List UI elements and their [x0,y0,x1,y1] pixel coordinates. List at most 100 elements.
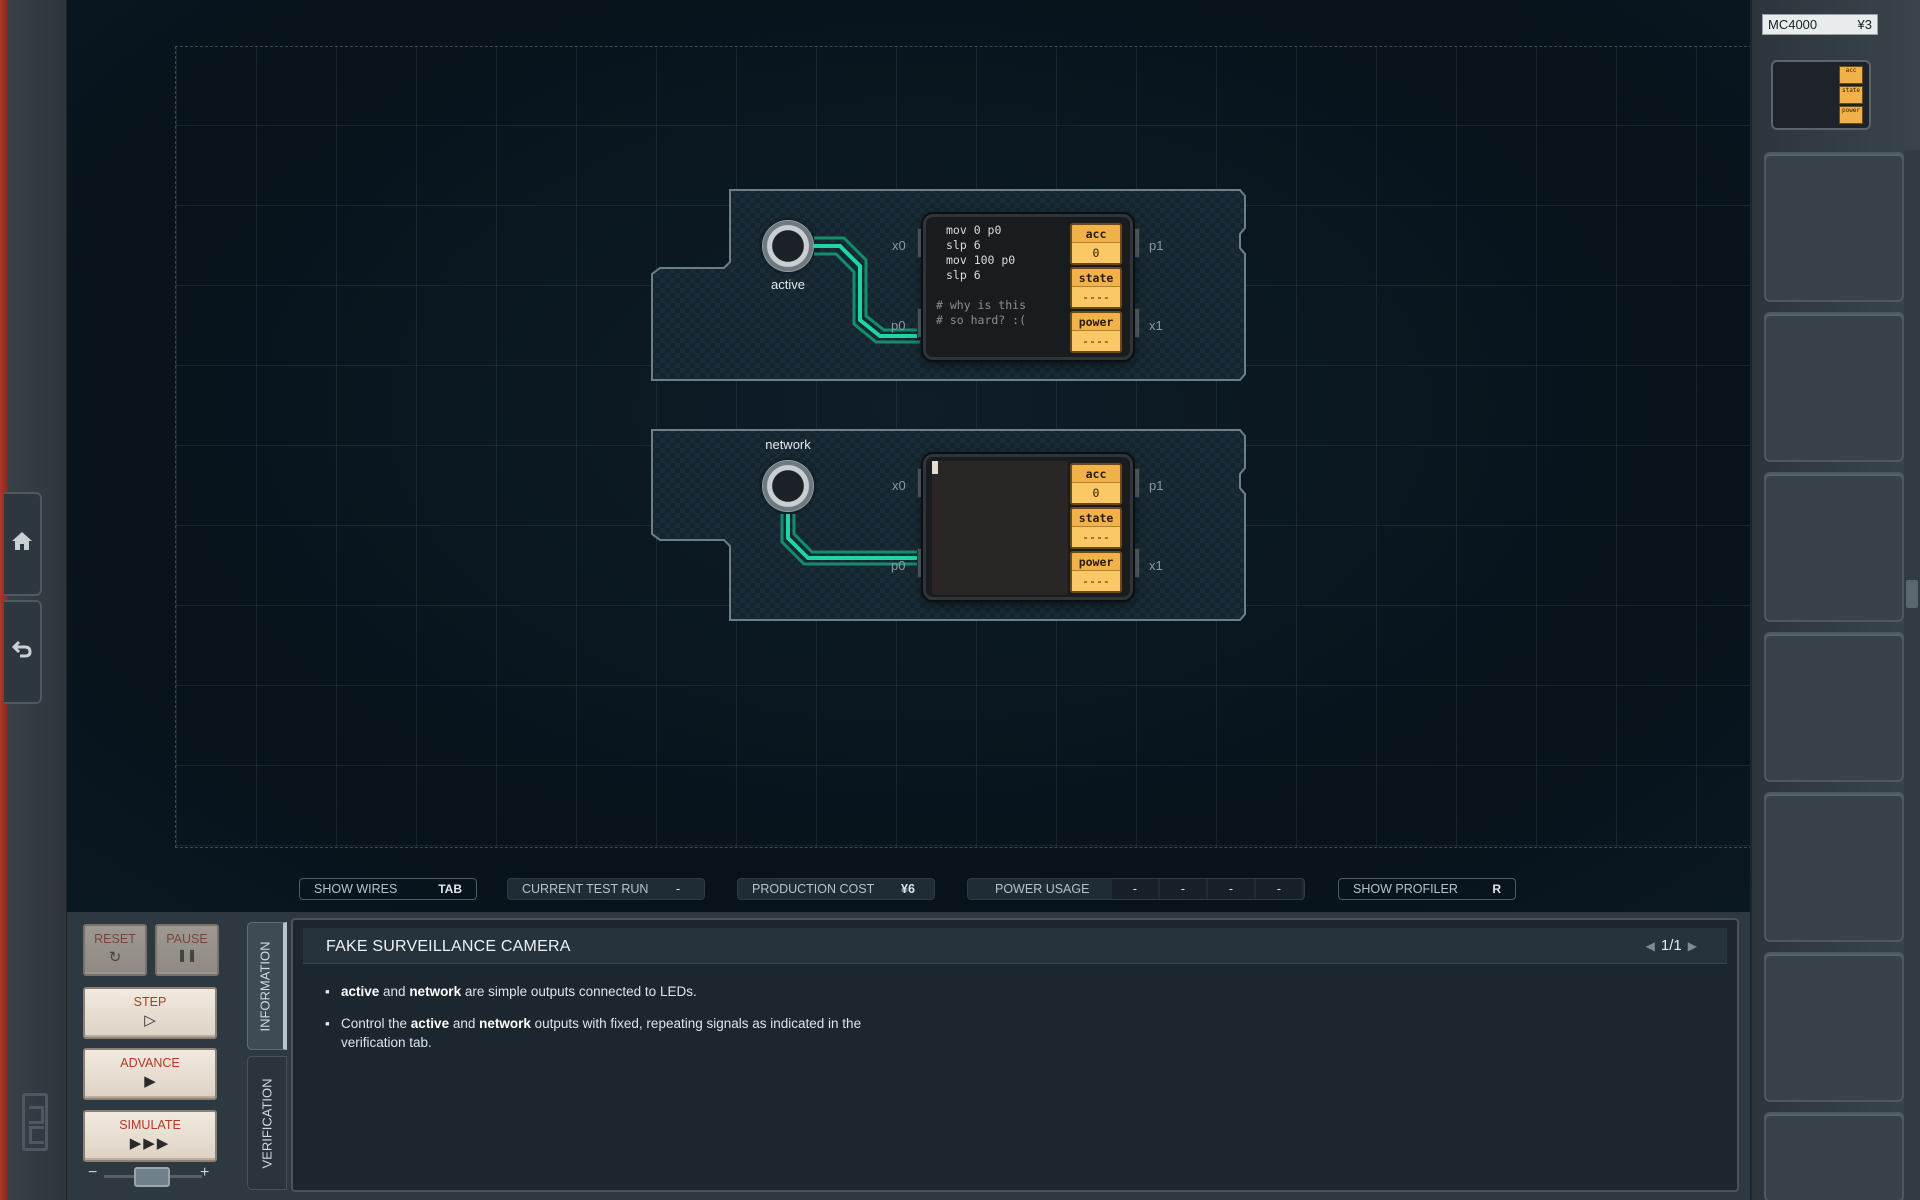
part-slot[interactable] [1764,1112,1904,1200]
production-cost-label: PRODUCTION COST [752,882,875,896]
speed-slider[interactable]: − + [86,1164,218,1187]
home-button[interactable] [4,492,42,596]
reset-icon: ↻ [108,949,122,966]
information-panel: FAKE SURVEILLANCE CAMERA ◀ 1/1 ▶ ▪ active a… [291,918,1739,1192]
page-indicator: ◀ 1/1 ▶ [1640,937,1703,954]
game-window: active x0 p0 p1 x1 mov 0 p0 slp 6 mov 100 … [0,0,1920,1200]
current-test-run-label: CURRENT TEST RUN [522,882,649,896]
led-network [762,460,814,512]
pin-x0: x0 [892,238,906,253]
module-network: network x0 p0 p1 x1 acc 0 state ---- power… [650,428,1250,624]
module-active: active x0 p0 p1 x1 mov 0 p0 slp 6 mov 100 … [650,188,1250,384]
wire-network [780,514,920,566]
pin-x1: x1 [1149,318,1163,333]
show-wires-label: SHOW WIRES [314,882,398,896]
production-cost-value: ¥6 [901,882,915,896]
play-outline-icon: ▷ [144,1012,156,1029]
register-acc: acc 0 [1070,223,1122,265]
home-icon [11,530,33,558]
scrollbar-thumb[interactable] [1906,580,1918,608]
speed-plus-icon[interactable]: + [200,1164,209,1182]
power-usage-label: POWER USAGE [995,882,1090,896]
port-p1 [1134,228,1140,258]
info-body: ▪ active and network are simple outputs c… [325,982,925,1065]
mc4000-part[interactable]: acc state power [1771,60,1871,130]
led-active [762,220,814,272]
simulate-button[interactable]: SIMULATE ▶▶▶ [83,1110,217,1162]
reset-button[interactable]: RESET ↻ [83,924,147,976]
pin-x0: x0 [892,478,906,493]
step-label: STEP [133,995,167,1009]
parts-scrollbar[interactable] [1904,150,1920,1200]
show-profiler-label: SHOW PROFILER [1353,882,1458,896]
part-slot[interactable] [1764,312,1904,462]
game-logo [22,1093,48,1151]
part-header: MC4000 ¥3 [1762,14,1878,35]
register-power: power ---- [1070,551,1122,593]
register-state: state ---- [1070,267,1122,309]
play-icon: ▶ [144,1073,156,1090]
part-slot[interactable] [1764,152,1904,302]
register-acc: acc 0 [1070,463,1122,505]
power-usage-value: - [1256,879,1302,899]
speed-knob[interactable] [134,1167,170,1187]
power-usage-value: - [1208,879,1254,899]
code-line: slp 6 [946,268,981,282]
bullet-icon: ▪ [325,984,330,999]
pin-p1: p1 [1149,238,1164,253]
register-state: state ---- [1070,507,1122,549]
pause-button[interactable]: PAUSE ❚❚ [155,924,219,976]
undo-button[interactable] [4,600,42,704]
part-slot[interactable] [1764,792,1904,942]
tab-verification[interactable]: VERIFICATION [247,1056,287,1190]
wire-active [814,236,920,344]
info-bullet: ▪ active and network are simple outputs c… [325,984,697,999]
info-bullet: ▪ Control the active and network outputs … [325,1016,862,1050]
part-slot[interactable] [1764,952,1904,1102]
advance-button[interactable]: ADVANCE ▶ [83,1048,217,1100]
code-editor[interactable] [932,461,1068,595]
pin-p0: p0 [891,318,906,333]
code-comment: # why is this [936,298,1027,312]
next-page-icon[interactable]: ▶ [1688,939,1697,953]
left-sidebar [0,0,67,1200]
code-line: mov 0 p0 [946,223,1002,237]
part-name: MC4000 [1768,17,1818,32]
port-p1 [1134,468,1140,498]
port-x1 [1134,548,1140,578]
pin-p1: p1 [1149,478,1164,493]
pin-p0: p0 [891,558,906,573]
advance-label: ADVANCE [120,1056,180,1070]
undo-icon [11,638,33,666]
text-cursor [932,461,938,474]
part-price: ¥3 [1857,17,1872,32]
panel-tabs: INFORMATION VERIFICATION [243,918,291,1194]
mini-register: acc [1839,66,1863,84]
code-line: slp 6 [946,238,981,252]
info-title-bar: FAKE SURVEILLANCE CAMERA ◀ 1/1 ▶ [303,928,1727,964]
parts-panel: MC4000 ¥3 acc state power [1750,0,1920,1200]
mc4000-chip-2[interactable]: acc 0 state ---- power ---- [923,454,1133,600]
step-button[interactable]: STEP ▷ [83,987,217,1039]
show-profiler-toggle[interactable]: SHOW PROFILER R [1338,878,1516,900]
prev-page-icon[interactable]: ◀ [1646,939,1655,953]
code-editor[interactable]: mov 0 p0 slp 6 mov 100 p0 slp 6 # why is thi… [936,223,1066,328]
speed-minus-icon[interactable]: − [88,1164,97,1182]
show-wires-toggle[interactable]: SHOW WIRES TAB [299,878,477,900]
led-label-network: network [765,437,811,452]
page-number: 1/1 [1660,937,1682,954]
mc4000-chip-1[interactable]: mov 0 p0 slp 6 mov 100 p0 slp 6 # why is thi… [923,214,1133,360]
current-test-run-value: - [676,882,681,896]
tab-information[interactable]: INFORMATION [247,922,287,1050]
show-profiler-key: R [1492,882,1501,896]
power-usage-value: - [1160,879,1206,899]
part-slot[interactable] [1764,472,1904,622]
pin-x1: x1 [1149,558,1163,573]
port-x1 [1134,308,1140,338]
puzzle-title: FAKE SURVEILLANCE CAMERA [326,938,571,955]
part-slot[interactable] [1764,632,1904,782]
code-comment: # so hard? :( [936,313,1027,327]
simulate-label: SIMULATE [119,1118,181,1132]
code-line: mov 100 p0 [946,253,1016,267]
